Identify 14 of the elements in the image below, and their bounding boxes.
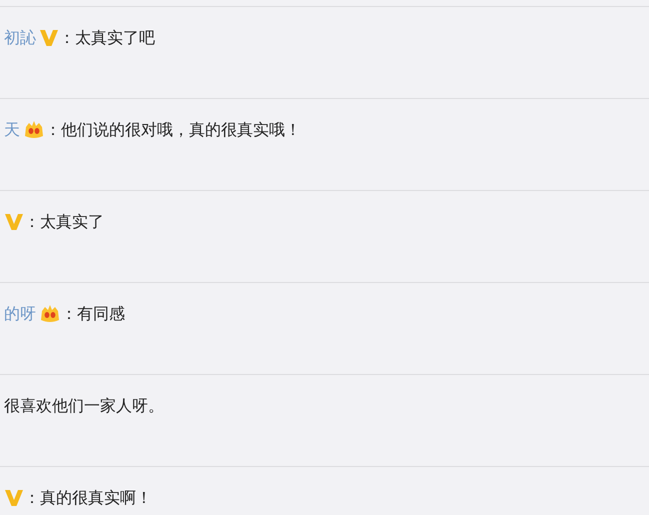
crown-badge-icon (39, 303, 61, 325)
comment-text: ：有同感 (61, 303, 125, 325)
user-name[interactable]: 天 (4, 119, 20, 141)
v-badge-icon (39, 28, 59, 48)
v-badge-icon (4, 488, 24, 508)
user-name[interactable]: 的呀 (4, 303, 36, 325)
comment-text: ：太真实了吧 (59, 27, 155, 49)
user-name[interactable]: 初訫 (4, 27, 36, 49)
crown-badge-icon (23, 119, 45, 141)
comment-text: 很喜欢他们一家人呀。 (4, 395, 164, 417)
comment-text: ：他们说的很对哦，真的很真实哦！ (45, 119, 301, 141)
v-badge-icon (4, 212, 24, 232)
comment-text: ：真的很真实啊！ (24, 487, 152, 509)
comment-text: ：太真实了 (24, 211, 104, 233)
